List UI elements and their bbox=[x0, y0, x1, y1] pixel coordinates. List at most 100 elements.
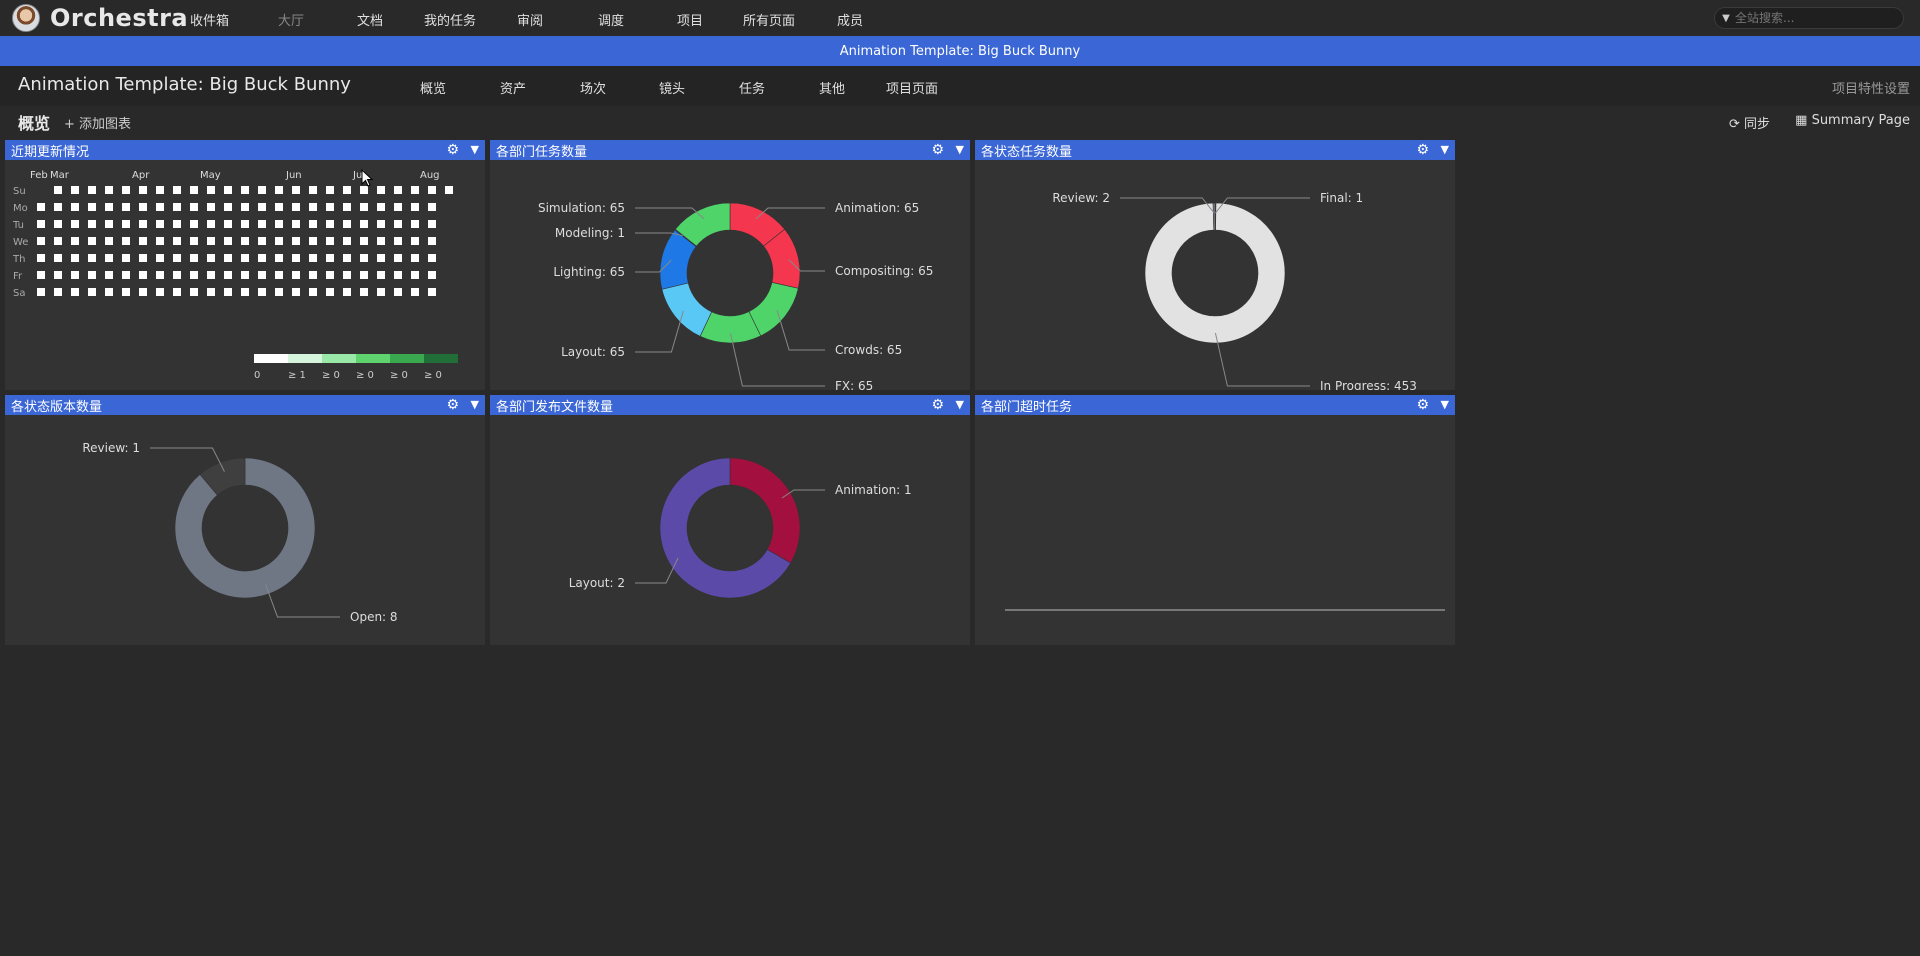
nav-item-review[interactable]: 审阅 bbox=[517, 10, 543, 29]
heatmap-cell[interactable] bbox=[37, 288, 45, 296]
heatmap-cell[interactable] bbox=[445, 186, 453, 194]
heatmap-cell[interactable] bbox=[343, 220, 351, 228]
heatmap-cell[interactable] bbox=[428, 254, 436, 262]
heatmap-cell[interactable] bbox=[122, 203, 130, 211]
gear-icon[interactable]: ⚙ bbox=[931, 142, 944, 158]
heatmap-cell[interactable] bbox=[122, 186, 130, 194]
tab-other[interactable]: 其他 bbox=[819, 78, 845, 97]
heatmap-cell[interactable] bbox=[207, 186, 215, 194]
heatmap-cell[interactable] bbox=[411, 271, 419, 279]
heatmap-cell[interactable] bbox=[343, 203, 351, 211]
tab-shots[interactable]: 镜头 bbox=[659, 78, 685, 97]
heatmap-cell[interactable] bbox=[156, 254, 164, 262]
tab-assets[interactable]: 资产 bbox=[500, 78, 526, 97]
sync-button[interactable]: ⟳ 同步 bbox=[1729, 113, 1770, 132]
heatmap-cell[interactable] bbox=[360, 237, 368, 245]
heatmap-cell[interactable] bbox=[428, 186, 436, 194]
heatmap-cell[interactable] bbox=[360, 203, 368, 211]
heatmap-cell[interactable] bbox=[71, 254, 79, 262]
heatmap-cell[interactable] bbox=[139, 288, 147, 296]
heatmap-cell[interactable] bbox=[326, 203, 334, 211]
heatmap-cell[interactable] bbox=[54, 203, 62, 211]
heatmap-cell[interactable] bbox=[292, 254, 300, 262]
project-settings-link[interactable]: 项目特性设置 bbox=[1832, 78, 1910, 97]
chevron-down-icon[interactable]: ▼ bbox=[471, 398, 479, 411]
heatmap-cell[interactable] bbox=[258, 220, 266, 228]
heatmap-cell[interactable] bbox=[88, 271, 96, 279]
tab-tasks[interactable]: 任务 bbox=[739, 78, 765, 97]
heatmap-cell[interactable] bbox=[88, 220, 96, 228]
brand-logo[interactable]: Orchestra bbox=[50, 4, 188, 32]
heatmap-cell[interactable] bbox=[88, 186, 96, 194]
heatmap-cell[interactable] bbox=[428, 288, 436, 296]
heatmap-cell[interactable] bbox=[173, 254, 181, 262]
heatmap-cell[interactable] bbox=[258, 237, 266, 245]
heatmap-cell[interactable] bbox=[428, 237, 436, 245]
heatmap-cell[interactable] bbox=[71, 220, 79, 228]
heatmap-cell[interactable] bbox=[343, 288, 351, 296]
heatmap-cell[interactable] bbox=[156, 288, 164, 296]
heatmap-cell[interactable] bbox=[37, 254, 45, 262]
heatmap-cell[interactable] bbox=[326, 237, 334, 245]
heatmap-cell[interactable] bbox=[394, 288, 402, 296]
heatmap-cell[interactable] bbox=[309, 237, 317, 245]
heatmap-cell[interactable] bbox=[88, 288, 96, 296]
heatmap-cell[interactable] bbox=[71, 271, 79, 279]
heatmap-cell[interactable] bbox=[37, 271, 45, 279]
heatmap-cell[interactable] bbox=[360, 220, 368, 228]
heatmap-cell[interactable] bbox=[54, 186, 62, 194]
heatmap-cell[interactable] bbox=[224, 203, 232, 211]
heatmap-cell[interactable] bbox=[258, 254, 266, 262]
heatmap-cell[interactable] bbox=[224, 288, 232, 296]
heatmap-cell[interactable] bbox=[156, 271, 164, 279]
heatmap-cell[interactable] bbox=[258, 271, 266, 279]
heatmap-cell[interactable] bbox=[207, 220, 215, 228]
heatmap-cell[interactable] bbox=[71, 203, 79, 211]
avatar[interactable] bbox=[12, 4, 40, 32]
heatmap-cell[interactable] bbox=[139, 203, 147, 211]
heatmap-cell[interactable] bbox=[156, 203, 164, 211]
heatmap-cell[interactable] bbox=[139, 186, 147, 194]
heatmap-cell[interactable] bbox=[190, 237, 198, 245]
heatmap-cell[interactable] bbox=[360, 271, 368, 279]
heatmap-cell[interactable] bbox=[411, 237, 419, 245]
heatmap-cell[interactable] bbox=[377, 237, 385, 245]
heatmap-cell[interactable] bbox=[122, 254, 130, 262]
heatmap-cell[interactable] bbox=[122, 288, 130, 296]
heatmap-cell[interactable] bbox=[241, 220, 249, 228]
heatmap-cell[interactable] bbox=[394, 254, 402, 262]
heatmap-cell[interactable] bbox=[275, 203, 283, 211]
heatmap-cell[interactable] bbox=[122, 220, 130, 228]
heatmap-cell[interactable] bbox=[275, 186, 283, 194]
heatmap-cell[interactable] bbox=[394, 203, 402, 211]
heatmap-cell[interactable] bbox=[377, 254, 385, 262]
chevron-down-icon[interactable]: ▼ bbox=[1441, 398, 1449, 411]
heatmap-cell[interactable] bbox=[326, 288, 334, 296]
chevron-down-icon[interactable]: ▼ bbox=[956, 143, 964, 156]
heatmap-cell[interactable] bbox=[241, 186, 249, 194]
heatmap-cell[interactable] bbox=[275, 220, 283, 228]
heatmap-cell[interactable] bbox=[88, 254, 96, 262]
nav-item-my-tasks[interactable]: 我的任务 bbox=[424, 10, 476, 29]
heatmap-cell[interactable] bbox=[105, 288, 113, 296]
heatmap-cell[interactable] bbox=[377, 271, 385, 279]
nav-item-members[interactable]: 成员 bbox=[837, 10, 863, 29]
summary-page-button[interactable]: ▦ Summary Page bbox=[1795, 113, 1910, 128]
heatmap-cell[interactable] bbox=[275, 288, 283, 296]
heatmap-cell[interactable] bbox=[394, 186, 402, 194]
heatmap-cell[interactable] bbox=[411, 254, 419, 262]
heatmap-cell[interactable] bbox=[173, 237, 181, 245]
tab-project-pages[interactable]: 项目页面 bbox=[886, 78, 938, 97]
heatmap-cell[interactable] bbox=[241, 237, 249, 245]
heatmap-cell[interactable] bbox=[394, 220, 402, 228]
heatmap-cell[interactable] bbox=[105, 271, 113, 279]
nav-item-docs[interactable]: 文档 bbox=[357, 10, 383, 29]
heatmap-cell[interactable] bbox=[411, 203, 419, 211]
heatmap-cell[interactable] bbox=[54, 288, 62, 296]
heatmap-cell[interactable] bbox=[190, 186, 198, 194]
heatmap-cell[interactable] bbox=[394, 237, 402, 245]
heatmap-cell[interactable] bbox=[190, 271, 198, 279]
nav-item-all-pages[interactable]: 所有页面 bbox=[743, 10, 795, 29]
heatmap-cell[interactable] bbox=[394, 271, 402, 279]
heatmap-cell[interactable] bbox=[275, 237, 283, 245]
